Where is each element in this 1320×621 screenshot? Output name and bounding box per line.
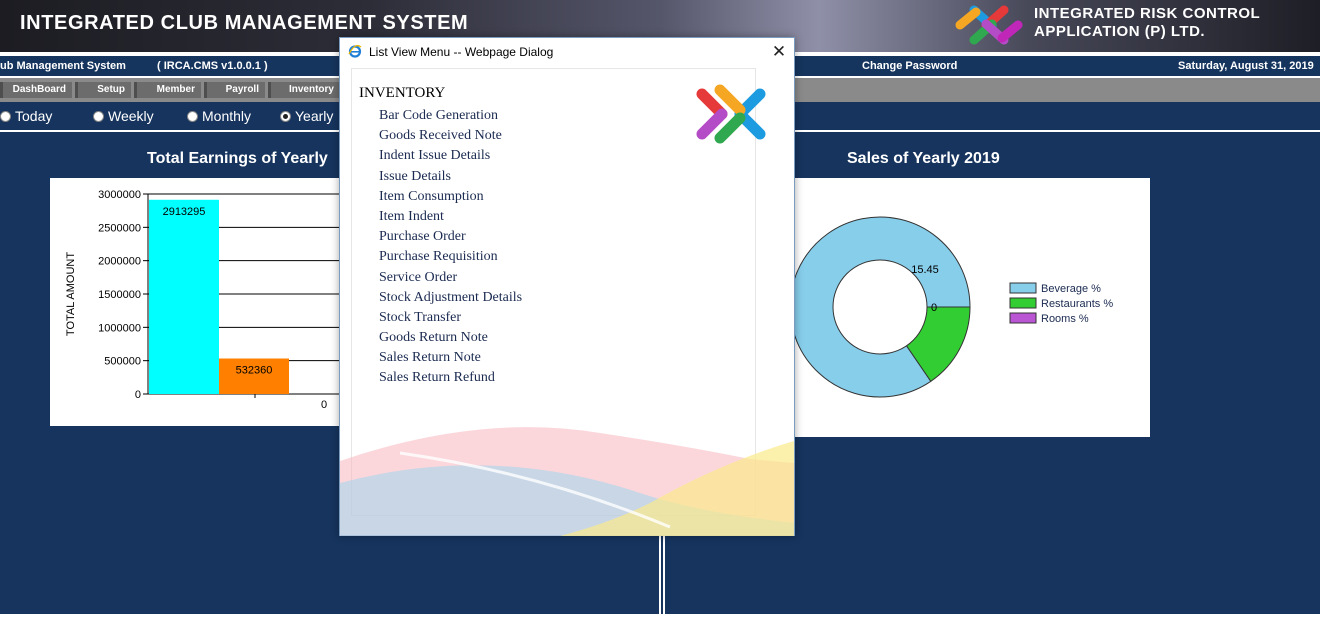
menu-bar-code-generation[interactable]: Bar Code Generation	[379, 108, 522, 128]
slice-label: 0	[931, 302, 937, 314]
legend-swatch	[1009, 282, 1037, 294]
menu-service-order[interactable]: Service Order	[379, 270, 522, 290]
dialog-titlebar[interactable]: List View Menu -- Webpage Dialog ✕	[340, 38, 794, 66]
version-label: ( IRCA.CMS v1.0.0.1 )	[157, 60, 268, 72]
menu-sales-return-note[interactable]: Sales Return Note	[379, 350, 522, 370]
list-view-dialog: List View Menu -- Webpage Dialog ✕ INVEN…	[339, 37, 795, 536]
period-monthly-radio[interactable]: Monthly	[187, 108, 251, 124]
inventory-menu-list: Bar Code Generation Goods Received Note …	[379, 108, 522, 391]
radio-label: Yearly	[295, 108, 334, 124]
sales-doughnut-chart: 15.45 0 Beverage % Restaurants % Rooms %	[789, 216, 1113, 398]
period-yearly-radio[interactable]: Yearly	[280, 108, 333, 124]
menu-purchase-order[interactable]: Purchase Order	[379, 229, 522, 249]
page: INTEGRATED CLUB MANAGEMENT SYSTEM INTEGR…	[0, 0, 1320, 621]
radio-label: Today	[15, 108, 53, 124]
radio-dot	[93, 110, 104, 122]
bar	[149, 199, 219, 394]
legend-label: Beverage %	[1041, 283, 1101, 295]
menu-item-consumption[interactable]: Item Consumption	[379, 189, 522, 209]
radio-dot	[187, 110, 198, 122]
company-logo-icon	[955, 5, 1023, 45]
menu-dashboard[interactable]: DashBoard	[0, 82, 72, 98]
wave-decoration	[340, 427, 794, 536]
app-title: INTEGRATED CLUB MANAGEMENT SYSTEM	[20, 12, 469, 34]
change-password-link[interactable]: Change Password	[862, 60, 957, 72]
close-icon[interactable]: ✕	[768, 41, 790, 63]
menu-goods-return-note[interactable]: Goods Return Note	[379, 330, 522, 350]
y-tick-label: 1000000	[98, 322, 141, 334]
company-name-line1: INTEGRATED RISK CONTROL	[1034, 5, 1261, 22]
legend-swatch	[1009, 312, 1037, 324]
dialog-heading: INVENTORY	[359, 85, 446, 101]
menu-goods-received-note[interactable]: Goods Received Note	[379, 128, 522, 148]
menu-stock-adjustment-details[interactable]: Stock Adjustment Details	[379, 290, 522, 310]
sales-chart-panel: 15.45 0 Beverage % Restaurants % Rooms %	[789, 178, 1150, 437]
menu-item-indent[interactable]: Item Indent	[379, 209, 522, 229]
slice-label: 15.45	[911, 264, 939, 276]
legend-label: Rooms %	[1041, 313, 1089, 325]
company-name-line2: APPLICATION (P) LTD.	[1034, 23, 1206, 40]
company-name: INTEGRATED RISK CONTROL APPLICATION (P) …	[1034, 5, 1260, 41]
radio-dot	[0, 110, 11, 122]
menu-sales-return-refund[interactable]: Sales Return Refund	[379, 370, 522, 390]
legend-swatch	[1009, 297, 1037, 309]
ie-icon	[348, 44, 362, 58]
menu-issue-details[interactable]: Issue Details	[379, 169, 522, 189]
bar-value-label: 2913295	[163, 206, 206, 218]
dialog-title: List View Menu -- Webpage Dialog	[369, 45, 554, 59]
menu-inventory[interactable]: Inventory	[268, 82, 340, 98]
menu-member[interactable]: Member	[134, 82, 201, 98]
y-tick-label: 1500000	[98, 289, 141, 301]
y-tick-label: 3000000	[98, 189, 141, 201]
dialog-logo-icon	[696, 84, 766, 144]
legend-label: Restaurants %	[1041, 298, 1113, 310]
earnings-title: Total Earnings of Yearly	[147, 150, 328, 167]
bar-value-label: 0	[321, 399, 327, 411]
menu-payroll[interactable]: Payroll	[204, 82, 265, 98]
period-weekly-radio[interactable]: Weekly	[93, 108, 154, 124]
radio-dot-selected	[280, 110, 291, 122]
y-tick-label: 0	[135, 389, 141, 401]
menu-indent-issue-details[interactable]: Indent Issue Details	[379, 148, 522, 168]
y-tick-label: 2000000	[98, 256, 141, 268]
menu-purchase-requisition[interactable]: Purchase Requisition	[379, 249, 522, 269]
period-today-radio[interactable]: Today	[0, 108, 52, 124]
panel-divider	[659, 536, 665, 614]
earnings-bar-chart: 3000000 2500000 2000000 1500000 1000000 50000…	[65, 189, 350, 411]
y-axis-label: TOTAL AMOUNT	[65, 252, 77, 336]
system-name: ub Management System	[0, 60, 126, 72]
radio-label: Monthly	[202, 108, 252, 124]
earnings-chart-panel: 3000000 2500000 2000000 1500000 1000000 50000…	[50, 178, 350, 426]
radio-label: Weekly	[108, 108, 154, 124]
current-date: Saturday, August 31, 2019	[1178, 60, 1314, 72]
menu-stock-transfer[interactable]: Stock Transfer	[379, 310, 522, 330]
y-tick-label: 2500000	[98, 222, 141, 234]
bar-value-label: 532360	[236, 365, 273, 377]
sales-title: Sales of Yearly 2019	[847, 150, 1000, 167]
y-tick-label: 500000	[104, 356, 141, 368]
menu-setup[interactable]: Setup	[75, 82, 131, 98]
